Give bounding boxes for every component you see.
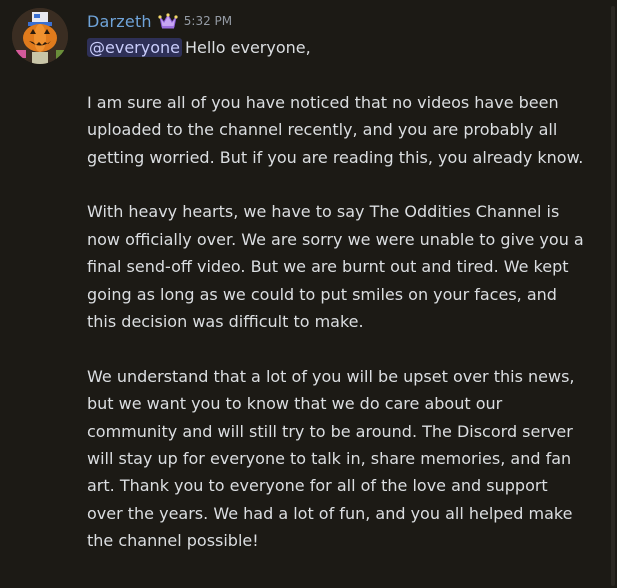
timestamp: 5:32 PM <box>183 14 233 28</box>
greeting-text: Hello everyone, <box>184 38 311 57</box>
message-first-line: @everyone Hello everyone, <box>87 34 587 61</box>
mention-everyone[interactable]: @everyone <box>87 38 182 57</box>
paragraph-3: We understand that a lot of you will be … <box>87 366 575 551</box>
paragraph-1: I am sure all of you have noticed that n… <box>87 92 584 167</box>
chat-view: Darzeth 5:32 PM @everyone Hello everyone,… <box>0 0 617 588</box>
username[interactable]: Darzeth <box>87 12 152 31</box>
pumpkin-avatar-icon[interactable] <box>12 8 68 64</box>
message-content: @everyone Hello everyone, I am sure all o… <box>87 34 587 555</box>
message[interactable]: Darzeth 5:32 PM @everyone Hello everyone,… <box>0 0 617 555</box>
scrollbar[interactable] <box>611 6 615 586</box>
message-header: Darzeth 5:32 PM <box>87 8 587 34</box>
crown-icon <box>158 12 178 30</box>
paragraph-2: With heavy hearts, we have to say The Od… <box>87 202 584 332</box>
